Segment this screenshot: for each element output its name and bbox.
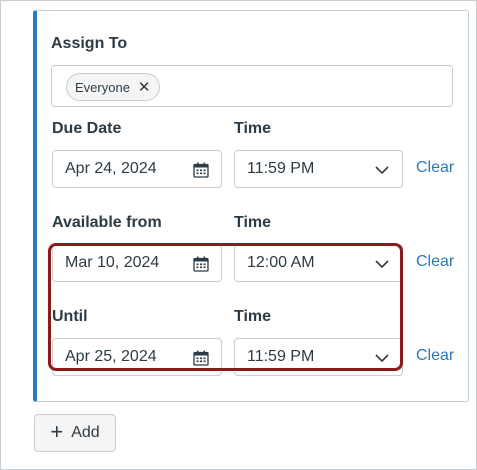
due-time-value: 11:59 PM	[247, 160, 315, 177]
assign-to-input[interactable]: Everyone ✕	[51, 65, 453, 107]
due-date-label: Due Date	[52, 120, 122, 137]
chevron-down-icon	[375, 166, 389, 175]
add-button-label: Add	[71, 424, 100, 441]
available-from-time-label: Time	[234, 214, 272, 231]
due-date-value: Apr 24, 2024	[65, 160, 157, 177]
availability-highlight-box	[48, 243, 403, 371]
due-date-input[interactable]: Apr 24, 2024	[52, 150, 222, 188]
until-clear-link[interactable]: Clear	[416, 347, 454, 365]
available-from-clear-link[interactable]: Clear	[416, 253, 454, 271]
plus-icon: +	[50, 419, 64, 444]
add-button[interactable]: + Add	[34, 414, 116, 452]
due-clear-link[interactable]: Clear	[416, 159, 454, 177]
chip-label: Everyone	[75, 79, 130, 95]
due-time-label: Time	[234, 120, 272, 137]
assign-to-label: Assign To	[51, 35, 128, 52]
available-from-label: Available from	[52, 214, 162, 231]
due-time-select[interactable]: 11:59 PM	[234, 150, 403, 188]
everyone-chip[interactable]: Everyone ✕	[66, 73, 160, 101]
calendar-icon[interactable]	[193, 162, 209, 178]
remove-chip-icon[interactable]: ✕	[138, 80, 151, 95]
